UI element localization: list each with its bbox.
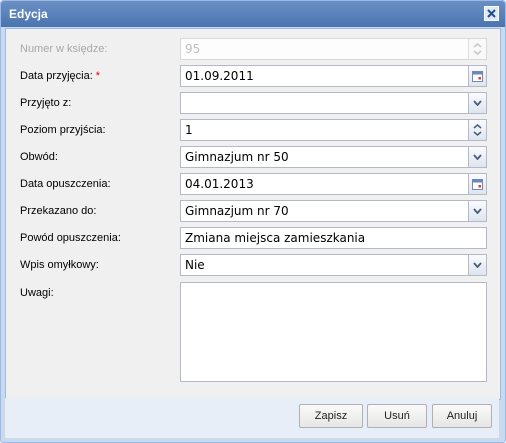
leave-date-picker-button[interactable]: [468, 174, 486, 194]
erroneous-entry-select[interactable]: Nie: [180, 254, 487, 276]
save-button[interactable]: Zapisz: [299, 404, 363, 428]
book-number-spinner: [468, 39, 486, 59]
leave-date-field[interactable]: 04.01.2013: [180, 173, 487, 195]
row-admission-level: Poziom przyjścia: 1: [6, 119, 500, 143]
transferred-to-select[interactable]: Gimnazjum nr 70: [180, 200, 487, 222]
dialog-titlebar[interactable]: Edycja: [1, 1, 505, 27]
notes-textarea[interactable]: [180, 282, 487, 382]
row-leave-date: Data opuszczenia: 04.01.2013: [6, 173, 500, 197]
spinner-down-icon: [473, 50, 482, 55]
row-erroneous-entry: Wpis omyłkowy: Nie: [6, 254, 500, 278]
admitted-from-dropdown-button[interactable]: [468, 93, 486, 113]
notes-label: Uwagi:: [20, 287, 54, 299]
calendar-icon: [472, 178, 483, 190]
cancel-button[interactable]: Anuluj: [432, 404, 492, 428]
dialog-title: Edycja: [9, 7, 48, 21]
chevron-down-icon: [473, 100, 482, 106]
leave-reason-label: Powód opuszczenia:: [20, 232, 121, 244]
spinner-up-icon[interactable]: [473, 124, 482, 129]
admission-level-value: 1: [185, 123, 193, 137]
leave-date-value: 04.01.2013: [185, 177, 254, 191]
chevron-down-icon: [473, 262, 482, 268]
delete-button[interactable]: Usuń: [367, 404, 427, 428]
form-panel: Numer w księdze: 95 Data przyjęcia: * 01.…: [5, 28, 501, 400]
district-select[interactable]: Gimnazjum nr 50: [180, 146, 487, 168]
row-leave-reason: Powód opuszczenia: Zmiana miejsca zamies…: [6, 227, 500, 251]
leave-date-label: Data opuszczenia:: [20, 178, 111, 190]
book-number-value: 95: [185, 42, 201, 56]
admission-level-field[interactable]: 1: [180, 119, 487, 141]
admitted-from-select[interactable]: [180, 92, 487, 114]
admission-date-value: 01.09.2011: [185, 69, 254, 83]
close-button[interactable]: [484, 6, 499, 21]
leave-reason-input[interactable]: Zmiana miejsca zamieszkania: [180, 227, 487, 249]
erroneous-entry-dropdown-button[interactable]: [468, 255, 486, 275]
book-number-label: Numer w księdze:: [20, 43, 108, 55]
row-book-number: Numer w księdze: 95: [6, 38, 500, 62]
leave-reason-value: Zmiana miejsca zamieszkania: [185, 231, 366, 245]
admission-level-label: Poziom przyjścia:: [20, 124, 106, 136]
erroneous-entry-value: Nie: [185, 258, 205, 272]
row-admitted-from: Przyjęto z:: [6, 92, 500, 116]
chevron-down-icon: [473, 208, 482, 214]
dialog-footer: Zapisz Usuń Anuluj: [5, 398, 499, 438]
erroneous-entry-label: Wpis omyłkowy:: [20, 259, 99, 271]
required-marker: *: [95, 70, 101, 82]
district-label: Obwód:: [20, 151, 58, 163]
row-transferred-to: Przekazano do: Gimnazjum nr 70: [6, 200, 500, 224]
admission-level-spinner[interactable]: [468, 120, 486, 140]
transferred-to-value: Gimnazjum nr 70: [185, 204, 289, 218]
admitted-from-label: Przyjęto z:: [20, 97, 72, 109]
district-value: Gimnazjum nr 50: [185, 150, 289, 164]
transferred-to-dropdown-button[interactable]: [468, 201, 486, 221]
admission-date-picker-button[interactable]: [468, 66, 486, 86]
calendar-icon: [472, 70, 483, 82]
row-notes: Uwagi:: [6, 282, 500, 384]
district-dropdown-button[interactable]: [468, 147, 486, 167]
spinner-up-icon: [473, 43, 482, 48]
close-icon: [487, 9, 496, 18]
spinner-down-icon[interactable]: [473, 131, 482, 136]
admission-date-label: Data przyjęcia: *: [20, 70, 101, 82]
chevron-down-icon: [473, 154, 482, 160]
admission-date-field[interactable]: 01.09.2011: [180, 65, 487, 87]
book-number-field: 95: [180, 38, 487, 60]
row-admission-date: Data przyjęcia: * 01.09.2011: [6, 65, 500, 89]
row-district: Obwód: Gimnazjum nr 50: [6, 146, 500, 170]
transferred-to-label: Przekazano do:: [20, 205, 97, 217]
edit-dialog: Edycja Numer w księdze: 95 Data przyjęci…: [0, 0, 506, 443]
